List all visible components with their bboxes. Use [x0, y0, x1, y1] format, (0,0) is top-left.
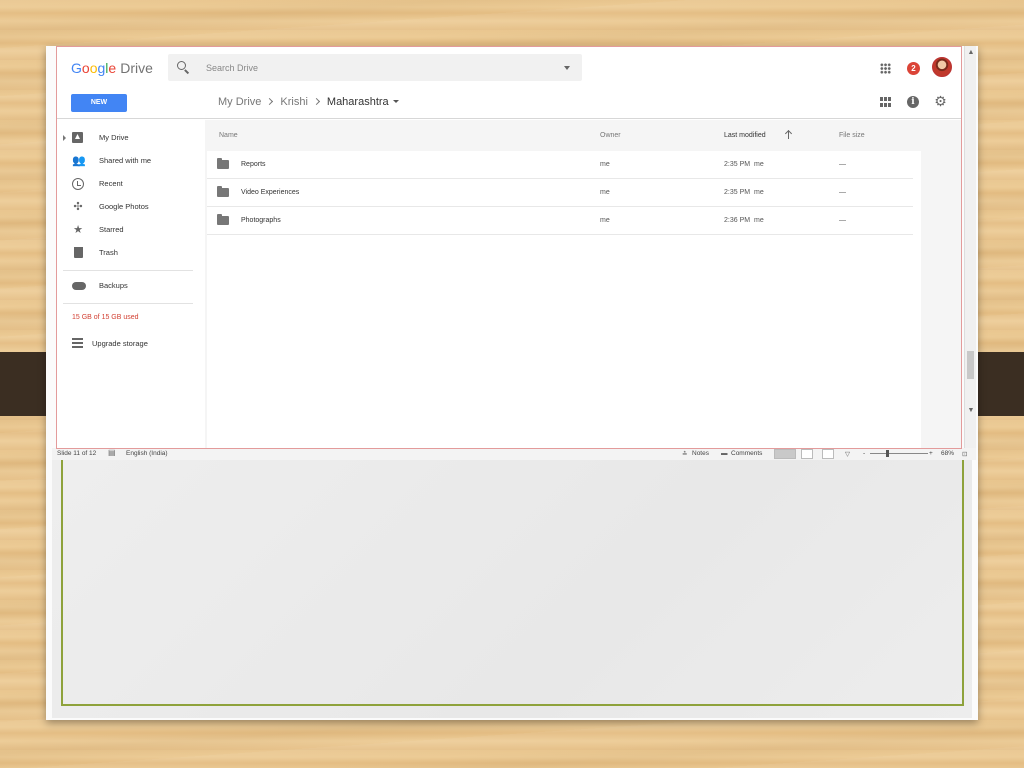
- file-size: —: [839, 189, 846, 196]
- gear-icon[interactable]: ⚙: [934, 94, 947, 108]
- drive-header: GoogleDrive 2 NEW My Drive Krishi Maharash…: [57, 47, 961, 119]
- google-drive-window: GoogleDrive 2 NEW My Drive Krishi Maharash…: [56, 46, 962, 449]
- sidebar-item-my-drive[interactable]: My Drive: [57, 128, 197, 148]
- column-header-file-size: File size: [839, 132, 865, 139]
- file-owner: me: [600, 217, 610, 224]
- trash-icon: [74, 247, 83, 258]
- breadcrumb-krishi[interactable]: Krishi: [280, 96, 308, 108]
- notes-icon[interactable]: ≛: [682, 450, 687, 458]
- folder-icon: [217, 214, 229, 225]
- google-drive-logo[interactable]: Google Drive: [71, 60, 153, 76]
- file-name: Reports: [241, 161, 266, 168]
- expand-triangle-icon[interactable]: [63, 135, 66, 141]
- file-name: Video Experiences: [241, 189, 300, 196]
- sidebar-item-shared-with-me[interactable]: 👥 Shared with me: [57, 151, 197, 171]
- avatar[interactable]: [932, 57, 952, 77]
- file-list-header: Name Owner Last modified File size: [205, 120, 961, 151]
- notes-button[interactable]: Notes: [692, 450, 709, 457]
- logo-product-name: Drive: [120, 60, 153, 76]
- file-name: Photographs: [241, 217, 281, 224]
- chevron-right-icon: [312, 97, 320, 106]
- info-icon[interactable]: i: [907, 96, 919, 108]
- folder-icon: [217, 158, 229, 169]
- scroll-up-icon[interactable]: ▲: [966, 48, 976, 58]
- scroll-down-icon[interactable]: ▼: [966, 406, 976, 416]
- comments-icon[interactable]: ▬: [721, 450, 728, 457]
- fit-to-window-icon[interactable]: ⊡: [962, 450, 967, 458]
- table-row[interactable]: Video Experiences me 2:35 PM me —: [207, 179, 913, 207]
- language-indicator[interactable]: English (India): [126, 450, 168, 457]
- zoom-in-button[interactable]: +: [929, 450, 933, 457]
- sidebar-item-google-photos[interactable]: ✣ Google Photos: [57, 197, 197, 217]
- arrow-up-icon[interactable]: [788, 131, 790, 139]
- folder-icon: [217, 186, 229, 197]
- file-owner: me: [600, 161, 610, 168]
- column-header-name[interactable]: Name: [219, 132, 238, 139]
- breadcrumb: My Drive Krishi Maharashtra: [218, 96, 399, 108]
- scroll-thumb[interactable]: [967, 351, 974, 379]
- file-list-margin: [925, 151, 961, 448]
- notification-badge[interactable]: 2: [907, 62, 920, 75]
- zoom-slider-thumb[interactable]: [886, 450, 889, 457]
- breadcrumb-my-drive[interactable]: My Drive: [218, 96, 261, 108]
- file-modified: 2:35 PM: [724, 189, 751, 196]
- new-button[interactable]: NEW: [71, 94, 127, 112]
- apps-grid-icon[interactable]: [880, 63, 891, 74]
- file-size: —: [839, 161, 846, 168]
- file-owner: me: [600, 189, 610, 196]
- spellcheck-icon[interactable]: ▤: [108, 448, 116, 457]
- clock-icon: [72, 178, 84, 190]
- reading-view-button[interactable]: [822, 449, 834, 459]
- file-list-body: Reports me 2:35 PM me — Video Experience…: [207, 151, 921, 448]
- zoom-slider[interactable]: [870, 453, 928, 454]
- zoom-level[interactable]: 68%: [941, 450, 954, 457]
- table-row[interactable]: Reports me 2:35 PM me —: [207, 151, 913, 179]
- chevron-right-icon: [266, 97, 274, 106]
- sidebar-item-backups[interactable]: Backups: [57, 276, 197, 296]
- file-modified-by: me: [754, 217, 764, 224]
- dark-band-right: [970, 352, 1024, 416]
- drive-icon: [72, 132, 83, 143]
- search-options-chevron-down-icon[interactable]: [564, 66, 570, 70]
- slide-counter: Slide 11 of 12: [57, 450, 97, 457]
- file-modified-by: me: [754, 161, 764, 168]
- table-row[interactable]: Photographs me 2:36 PM me —: [207, 207, 913, 235]
- cloud-icon: [72, 282, 86, 290]
- file-modified-by: me: [754, 189, 764, 196]
- slideshow-icon[interactable]: ▽: [845, 450, 850, 458]
- file-modified: 2:36 PM: [724, 217, 751, 224]
- star-icon: ★: [73, 224, 83, 236]
- sidebar-item-recent[interactable]: Recent: [57, 174, 197, 194]
- sidebar: My Drive 👥 Shared with me Recent ✣ Googl…: [57, 120, 205, 448]
- storage-icon: [72, 338, 83, 348]
- sidebar-divider: [63, 270, 193, 271]
- upgrade-storage-link[interactable]: Upgrade storage: [57, 334, 197, 354]
- column-header-owner[interactable]: Owner: [600, 132, 621, 139]
- sidebar-item-trash[interactable]: Trash: [57, 243, 197, 263]
- people-icon: 👥: [72, 155, 86, 167]
- breadcrumb-maharashtra[interactable]: Maharashtra: [327, 96, 389, 108]
- file-size: —: [839, 217, 846, 224]
- pinwheel-icon: ✣: [73, 201, 83, 213]
- chevron-down-icon[interactable]: [392, 100, 399, 103]
- sidebar-divider: [63, 303, 193, 304]
- search-icon[interactable]: [177, 61, 186, 70]
- file-list: Name Owner Last modified File size Repor…: [205, 120, 961, 448]
- powerpoint-status-bar: Slide 11 of 12 ▤ English (India) ≛ Notes…: [52, 448, 976, 460]
- slide-border: [61, 460, 964, 706]
- normal-view-button[interactable]: [774, 449, 796, 459]
- search-input[interactable]: [206, 60, 546, 76]
- grid-view-icon[interactable]: [880, 97, 891, 107]
- search-bar[interactable]: [168, 54, 582, 81]
- vertical-scrollbar[interactable]: ▲ ▼: [964, 46, 976, 448]
- storage-quota: 15 GB of 15 GB used: [72, 314, 139, 321]
- zoom-out-button[interactable]: -: [863, 450, 865, 457]
- comments-button[interactable]: Comments: [731, 450, 762, 457]
- sidebar-item-starred[interactable]: ★ Starred: [57, 220, 197, 240]
- slide-sorter-view-button[interactable]: [801, 449, 813, 459]
- column-header-last-modified[interactable]: Last modified: [724, 132, 766, 139]
- file-modified: 2:35 PM: [724, 161, 751, 168]
